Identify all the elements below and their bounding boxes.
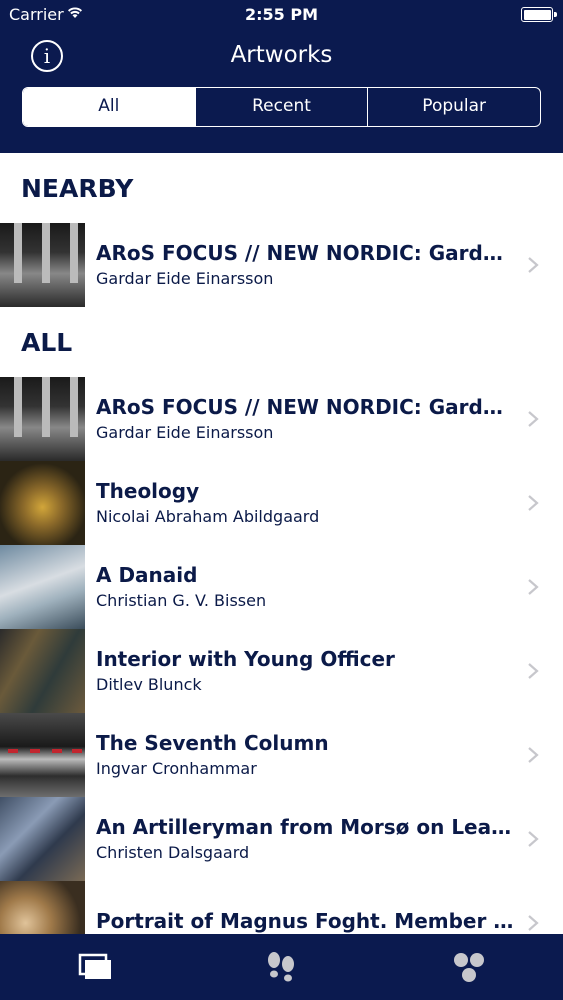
chevron-right-icon	[528, 257, 539, 273]
artwork-artist: Gardar Eide Einarsson	[96, 269, 274, 288]
chevron-right-icon	[528, 579, 539, 595]
artwork-thumbnail	[0, 880, 85, 934]
artwork-title: Theology	[96, 479, 200, 503]
segment-all[interactable]: All	[23, 88, 196, 126]
artwork-title: A Danaid	[96, 563, 198, 587]
artworks-tab-icon[interactable]	[76, 950, 116, 984]
list-item[interactable]: A Danaid Christian G. V. Bissen	[0, 544, 563, 629]
list-item[interactable]: Theology Nicolai Abraham Abildgaard	[0, 460, 563, 545]
section-header-all: ALL	[21, 327, 73, 357]
chevron-right-icon	[528, 663, 539, 679]
header-bar: Carrier 2:55 PM i Artworks All Recent Po…	[0, 0, 563, 153]
list-item[interactable]: The Seventh Column Ingvar Cronhammar	[0, 712, 563, 797]
list-item[interactable]: An Artilleryman from Morsø on Leave… Chr…	[0, 796, 563, 881]
artwork-title: An Artilleryman from Morsø on Leave…	[96, 815, 516, 839]
segment-popular[interactable]: Popular	[368, 88, 540, 126]
chevron-right-icon	[528, 831, 539, 847]
battery-icon	[521, 7, 557, 22]
chevron-right-icon	[528, 747, 539, 763]
artwork-thumbnail	[0, 796, 85, 881]
status-time: 2:55 PM	[244, 5, 318, 24]
section-header-nearby: NEARBY	[21, 173, 134, 203]
artwork-artist: Ditlev Blunck	[96, 675, 202, 694]
chevron-right-icon	[528, 495, 539, 511]
artwork-title: Interior with Young Officer	[96, 647, 395, 671]
artwork-title: ARoS FOCUS // NEW NORDIC: Gardar…	[96, 241, 516, 265]
artwork-thumbnail	[0, 222, 85, 307]
artwork-title: Portrait of Magnus Foght. Member of…	[96, 908, 516, 933]
list-item[interactable]: Interior with Young Officer Ditlev Blunc…	[0, 628, 563, 713]
artwork-thumbnail	[0, 376, 85, 461]
artwork-artist: Christen Dalsgaard	[96, 843, 250, 862]
artwork-artist: Gardar Eide Einarsson	[96, 423, 274, 442]
status-bar: Carrier 2:55 PM	[0, 0, 563, 30]
artwork-thumbnail	[0, 460, 85, 545]
footsteps-tab-icon[interactable]	[261, 950, 301, 984]
artwork-title: The Seventh Column	[96, 731, 329, 755]
artwork-artist: Christian G. V. Bissen	[96, 591, 267, 610]
artwork-artist: Ingvar Cronhammar	[96, 759, 257, 778]
list-item[interactable]: ARoS FOCUS // NEW NORDIC: Gardar… Gardar…	[0, 376, 563, 461]
artwork-thumbnail	[0, 712, 85, 797]
chevron-right-icon	[528, 411, 539, 427]
artwork-title: ARoS FOCUS // NEW NORDIC: Gardar…	[96, 395, 516, 419]
artworks-list[interactable]: NEARBY ARoS FOCUS // NEW NORDIC: Gardar……	[0, 153, 563, 934]
artwork-thumbnail	[0, 628, 85, 713]
list-item[interactable]: ARoS FOCUS // NEW NORDIC: Gardar… Gardar…	[0, 222, 563, 307]
page-title: Artworks	[230, 42, 333, 68]
artwork-thumbnail	[0, 544, 85, 629]
tab-bar	[0, 934, 563, 1000]
artwork-artist: Nicolai Abraham Abildgaard	[96, 507, 320, 526]
segmented-control: All Recent Popular	[22, 87, 541, 127]
list-item[interactable]: Portrait of Magnus Foght. Member of…	[0, 880, 563, 934]
segment-recent[interactable]: Recent	[196, 88, 369, 126]
chevron-right-icon	[528, 915, 539, 931]
dots-tab-icon[interactable]	[450, 950, 490, 984]
